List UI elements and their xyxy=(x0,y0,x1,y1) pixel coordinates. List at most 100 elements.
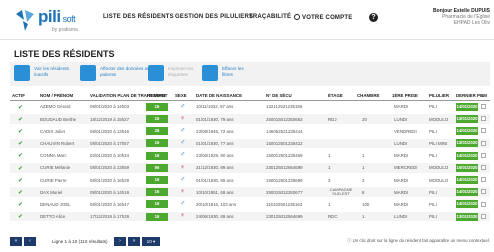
col-im[interactable]: IM xyxy=(482,93,487,98)
male-icon: ♂ xyxy=(180,102,186,110)
cell-validation: 08/01/2020 à 17h57 xyxy=(90,140,130,146)
nav-gestion-piluliers[interactable]: GESTION DES PILULIERS xyxy=(175,14,253,20)
col-naissance[interactable]: DATE DE NAISSANCE xyxy=(196,93,242,98)
nav-votre-compte[interactable]: VOTRE COMPTE xyxy=(294,14,352,21)
cell-etage: CAMPAGNE SUD-EST xyxy=(329,186,353,197)
active-check-icon: ✔ xyxy=(18,128,24,135)
cell-pilulier: PILI xyxy=(429,189,437,195)
table-row[interactable]: ✔ CURIE Mélanie 08/01/2020 à 13h59 56 ♀ 31/12… xyxy=(10,163,490,173)
table-row[interactable]: ✔ DETTO Alice 17/12/2019 à 17h28 16 ♀ 24/06/1… xyxy=(10,211,490,222)
cell-secu: 132112521235156 xyxy=(266,104,303,110)
male-icon: ♂ xyxy=(180,139,186,147)
table-row[interactable]: ✔ DENAUD JOEL 08/01/2020 à 16h47 16 ♂ 20/10/1… xyxy=(10,200,490,210)
cell-secu: 230125012564699 xyxy=(266,165,303,171)
row-checkbox[interactable] xyxy=(481,140,486,146)
nav-liste-residents[interactable]: LISTE DES RÉSIDENTS xyxy=(103,14,174,20)
cell-dernier-badge: 15/01/2020 xyxy=(456,163,478,172)
cell-chambre: 1 xyxy=(362,165,365,171)
row-checkbox[interactable] xyxy=(481,104,486,109)
cell-birth: 01/01/1930, 77 ans xyxy=(196,140,234,146)
col-chambre[interactable]: CHAMBRE xyxy=(357,93,379,98)
nav-tracabilite[interactable]: TRAÇABILITÉ xyxy=(249,14,291,20)
cell-birth: 01/01/1930, 89 ans xyxy=(196,177,234,183)
assign-icon xyxy=(80,65,96,81)
table-row[interactable]: ✔ CURIE Pierre 08/01/2020 à 16h29 16 ♂ 01/01/… xyxy=(10,175,490,185)
cell-chambre: 2 xyxy=(362,177,365,183)
cell-premiere-prise: LUNDI xyxy=(394,140,408,146)
cell-name: CURIE Pierre xyxy=(40,177,67,183)
col-dernier-pil[interactable]: DERNIER PIL xyxy=(456,93,484,98)
page-title: LISTE DES RÉSIDENTS xyxy=(14,49,115,59)
context-menu-hint-text: Un clic droit sur la ligne du résident f… xyxy=(352,238,490,243)
cell-chambre: 100 xyxy=(362,201,370,207)
cell-restant-badge: 56 xyxy=(146,163,168,172)
next-page-button[interactable]: › xyxy=(114,237,126,246)
row-checkbox[interactable] xyxy=(481,177,486,183)
table-row[interactable]: ✔ CADIX Juliet 08/01/2020 à 13h46 28 ♂ 23/09/… xyxy=(10,126,490,136)
cell-name: CONNA Marc xyxy=(40,153,67,159)
cell-dernier-badge: 14/01/2020 xyxy=(456,175,478,184)
cell-restant-badge: 16 xyxy=(146,102,168,111)
male-icon: ♂ xyxy=(180,126,186,134)
col-etage[interactable]: ÉTAGE xyxy=(328,93,343,98)
cell-premiere-prise: MARDI xyxy=(394,104,409,110)
cell-pilulier: PILI xyxy=(429,153,437,159)
col-sexe[interactable]: SEXE xyxy=(175,93,187,98)
cell-validation: 08/01/2020 à 14h03 xyxy=(90,104,130,110)
prev-page-button[interactable]: ‹ xyxy=(24,237,36,246)
cell-pilulier: MODULO xyxy=(429,165,449,171)
cell-dernier-badge: 14/01/2020 xyxy=(456,200,478,209)
col-premiere-prise[interactable]: 1ÈRE PRISE xyxy=(392,93,418,98)
row-checkbox[interactable] xyxy=(481,152,486,158)
cell-etage: 1 xyxy=(328,165,331,171)
cell-chambre: 8 xyxy=(362,189,365,195)
help-icon[interactable]: ? xyxy=(369,13,378,22)
table-row[interactable]: ✔ DAX Muriel 08/01/2020 à 14h18 16 ♀ 10/10/19… xyxy=(10,186,490,198)
row-checkbox[interactable] xyxy=(481,189,486,195)
cell-secu: 150012501235469 xyxy=(266,153,303,159)
cell-birth: 24/06/1930, 89 ans xyxy=(196,214,234,220)
row-checkbox[interactable] xyxy=(481,201,486,207)
male-icon: ♂ xyxy=(180,200,186,208)
cell-dernier-badge: 14/01/2020 xyxy=(456,127,478,136)
cell-premiere-prise: LUNDI xyxy=(394,214,408,220)
cell-pilulier: PILI xyxy=(429,214,437,220)
table-header: ACTIF NOM / PRÉNOM VALIDATION PLAN DE TR… xyxy=(10,90,490,101)
col-secu[interactable]: N° DE SÉCU xyxy=(266,93,292,98)
col-nom[interactable]: NOM / PRÉNOM xyxy=(40,93,73,98)
toolbar: Voir les résidents inactifs Affecter des… xyxy=(10,62,490,86)
pilisoft-logo[interactable]: pili soft by pratisma xyxy=(14,6,94,36)
active-check-icon: ✔ xyxy=(18,214,24,221)
female-icon: ♀ xyxy=(180,163,186,171)
table-row[interactable]: ✔ CONNA Marc 02/01/2020 à 10h34 16 ♂ 23/06/19… xyxy=(10,151,490,161)
cell-name: AZEMO Gérard xyxy=(40,104,71,110)
row-checkbox[interactable] xyxy=(481,128,486,134)
row-checkbox[interactable] xyxy=(481,116,486,122)
page-size-select[interactable]: 10 ▾ xyxy=(142,237,160,246)
cell-name: CURIE Mélanie xyxy=(40,165,71,171)
last-page-button[interactable]: » xyxy=(128,237,140,246)
table-row[interactable]: ✔ CHAUVIN Robert 08/01/2020 à 17h57 16 ♂ 01/0… xyxy=(10,138,490,149)
col-actif[interactable]: ACTIF xyxy=(12,93,25,98)
cell-validation: 02/01/2020 à 10h34 xyxy=(90,153,130,159)
show-inactive-label: Voir les résidents inactifs xyxy=(34,66,69,77)
cell-name: DENAUD JOEL xyxy=(40,201,71,207)
cell-restant-badge: 16 xyxy=(146,188,168,197)
table-row[interactable]: ✔ BOUDAUD Berthe 18/12/2019 à 15h27 16 ♀ 01/0… xyxy=(10,114,490,124)
first-page-button[interactable]: « xyxy=(10,237,22,246)
cell-etage: RDC xyxy=(328,214,338,220)
cell-secu: 116102501235163 xyxy=(266,201,303,207)
cell-dernier-badge: 14/01/2020 xyxy=(456,188,478,197)
col-restant[interactable]: RESTANT xyxy=(147,93,167,98)
top-header: pili soft by pratisma LISTE DES RÉSIDENTS… xyxy=(0,0,494,40)
col-pilulier[interactable]: PILULIER xyxy=(429,93,449,98)
cell-premiere-prise: MARDI xyxy=(394,153,409,159)
logo-subtitle: by pratisma xyxy=(52,27,78,33)
table-row[interactable]: ✔ AZEMO Gérard 08/01/2020 à 14h03 16 ♂ 10/11/… xyxy=(10,102,490,112)
cell-dernier-badge: 13/01/2020 xyxy=(456,114,478,123)
row-checkbox[interactable] xyxy=(481,213,486,219)
row-checkbox[interactable] xyxy=(481,165,486,170)
cell-dernier-badge: 14/01/2020 xyxy=(456,102,478,111)
active-check-icon: ✔ xyxy=(18,153,24,160)
cell-validation: 08/01/2020 à 16h47 xyxy=(90,201,130,207)
